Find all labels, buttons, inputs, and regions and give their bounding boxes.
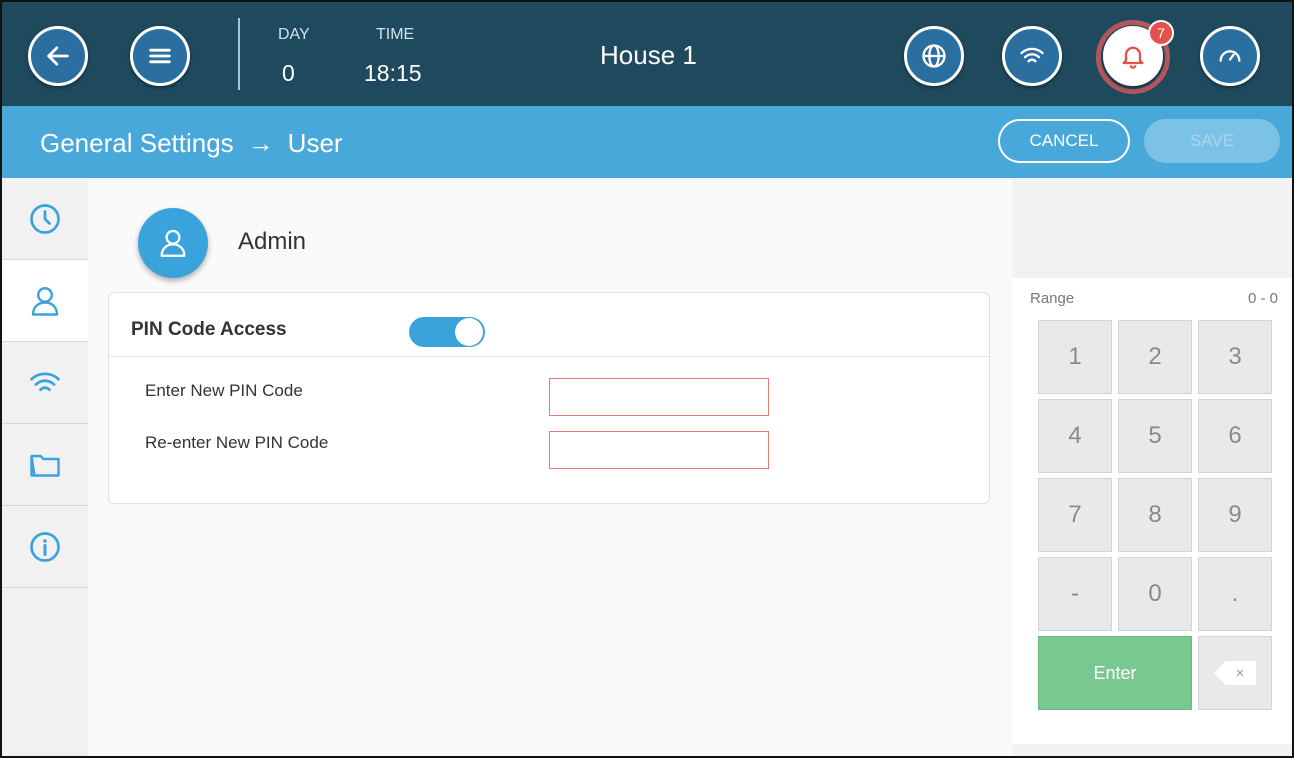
menu-icon: [149, 48, 171, 64]
sidebar-item-info[interactable]: [2, 506, 88, 588]
keypad-body: Range 0 - 0 1 2 3 4 5 6 7 8 9 - 0 . Ente…: [1012, 278, 1292, 744]
key-5[interactable]: 5: [1118, 399, 1192, 473]
backspace-key[interactable]: ×: [1198, 636, 1272, 710]
globe-icon: [922, 44, 946, 68]
cancel-button[interactable]: CANCEL: [998, 119, 1130, 163]
user-icon: [31, 286, 59, 316]
top-divider: [238, 18, 240, 90]
new-pin-input[interactable]: [549, 378, 769, 416]
top-bar: DAY 0 TIME 18:15 House 1 7: [2, 2, 1292, 106]
key-2[interactable]: 2: [1118, 320, 1192, 394]
sidebar-item-time[interactable]: [2, 178, 88, 260]
folder-icon: [30, 454, 60, 477]
gauge-icon: [1219, 50, 1241, 62]
app-frame: DAY 0 TIME 18:15 House 1 7 General Setti…: [0, 0, 1294, 758]
breadcrumb-current: User: [287, 128, 343, 158]
range-label: Range: [1030, 290, 1075, 307]
key-1[interactable]: 1: [1038, 320, 1112, 394]
wifi-icon: [1020, 47, 1044, 63]
breadcrumb-separator: →: [247, 128, 274, 158]
sidebar-item-network[interactable]: [2, 342, 88, 424]
key-decimal[interactable]: .: [1198, 557, 1272, 631]
user-icon: [160, 229, 186, 257]
main-content: Admin PIN Code Access Enter New PIN Code…: [88, 178, 1012, 756]
menu-button[interactable]: [130, 26, 190, 86]
house-title: House 1: [600, 40, 697, 70]
key-3[interactable]: 3: [1198, 320, 1272, 394]
back-button[interactable]: [28, 26, 88, 86]
pin-code-toggle[interactable]: [409, 317, 485, 347]
pin-code-card: PIN Code Access Enter New PIN Code Re-en…: [108, 292, 990, 504]
bell-icon: [1122, 46, 1144, 69]
sidebar-item-user[interactable]: [2, 260, 88, 342]
key-6[interactable]: 6: [1198, 399, 1272, 473]
backspace-icon: ×: [1214, 661, 1256, 685]
toggle-knob: [455, 318, 483, 346]
save-button[interactable]: SAVE: [1144, 119, 1280, 163]
sidebar: [2, 178, 88, 756]
key-8[interactable]: 8: [1118, 478, 1192, 552]
key-4[interactable]: 4: [1038, 399, 1112, 473]
time-label: TIME: [376, 26, 415, 43]
reenter-pin-label: Re-enter New PIN Code: [145, 433, 329, 452]
reenter-pin-input[interactable]: [549, 431, 769, 469]
breadcrumb-parent[interactable]: General Settings: [40, 128, 234, 159]
range-value: 0 - 0: [1247, 290, 1278, 307]
sidebar-item-files[interactable]: [2, 424, 88, 506]
alarm-count-badge: 7: [1148, 20, 1174, 46]
keypad-panel: Range 0 - 0 1 2 3 4 5 6 7 8 9 - 0 . Ente…: [1012, 178, 1292, 756]
day-label: DAY: [278, 26, 310, 43]
back-arrow-icon: [47, 46, 69, 66]
wifi-icon: [30, 372, 60, 391]
key-9[interactable]: 9: [1198, 478, 1272, 552]
day-value: 0: [282, 60, 295, 86]
key-minus[interactable]: -: [1038, 557, 1112, 631]
key-0[interactable]: 0: [1118, 557, 1192, 631]
language-button[interactable]: [904, 26, 964, 86]
pin-code-header: PIN Code Access: [109, 293, 989, 357]
keypad-display: [1012, 178, 1292, 278]
sub-bar: General Settings → User CANCEL SAVE: [2, 106, 1292, 178]
enter-key[interactable]: Enter: [1038, 636, 1192, 710]
key-7[interactable]: 7: [1038, 478, 1112, 552]
user-name: Admin: [238, 228, 307, 255]
info-icon: [30, 531, 60, 562]
network-button[interactable]: [1002, 26, 1062, 86]
pin-code-title: PIN Code Access: [131, 319, 287, 340]
time-value: 18:15: [364, 60, 422, 86]
breadcrumb: General Settings → User: [40, 128, 343, 159]
clock-icon: [30, 203, 60, 234]
new-pin-label: Enter New PIN Code: [145, 381, 303, 400]
avatar: [138, 208, 208, 278]
dashboard-button[interactable]: [1200, 26, 1260, 86]
